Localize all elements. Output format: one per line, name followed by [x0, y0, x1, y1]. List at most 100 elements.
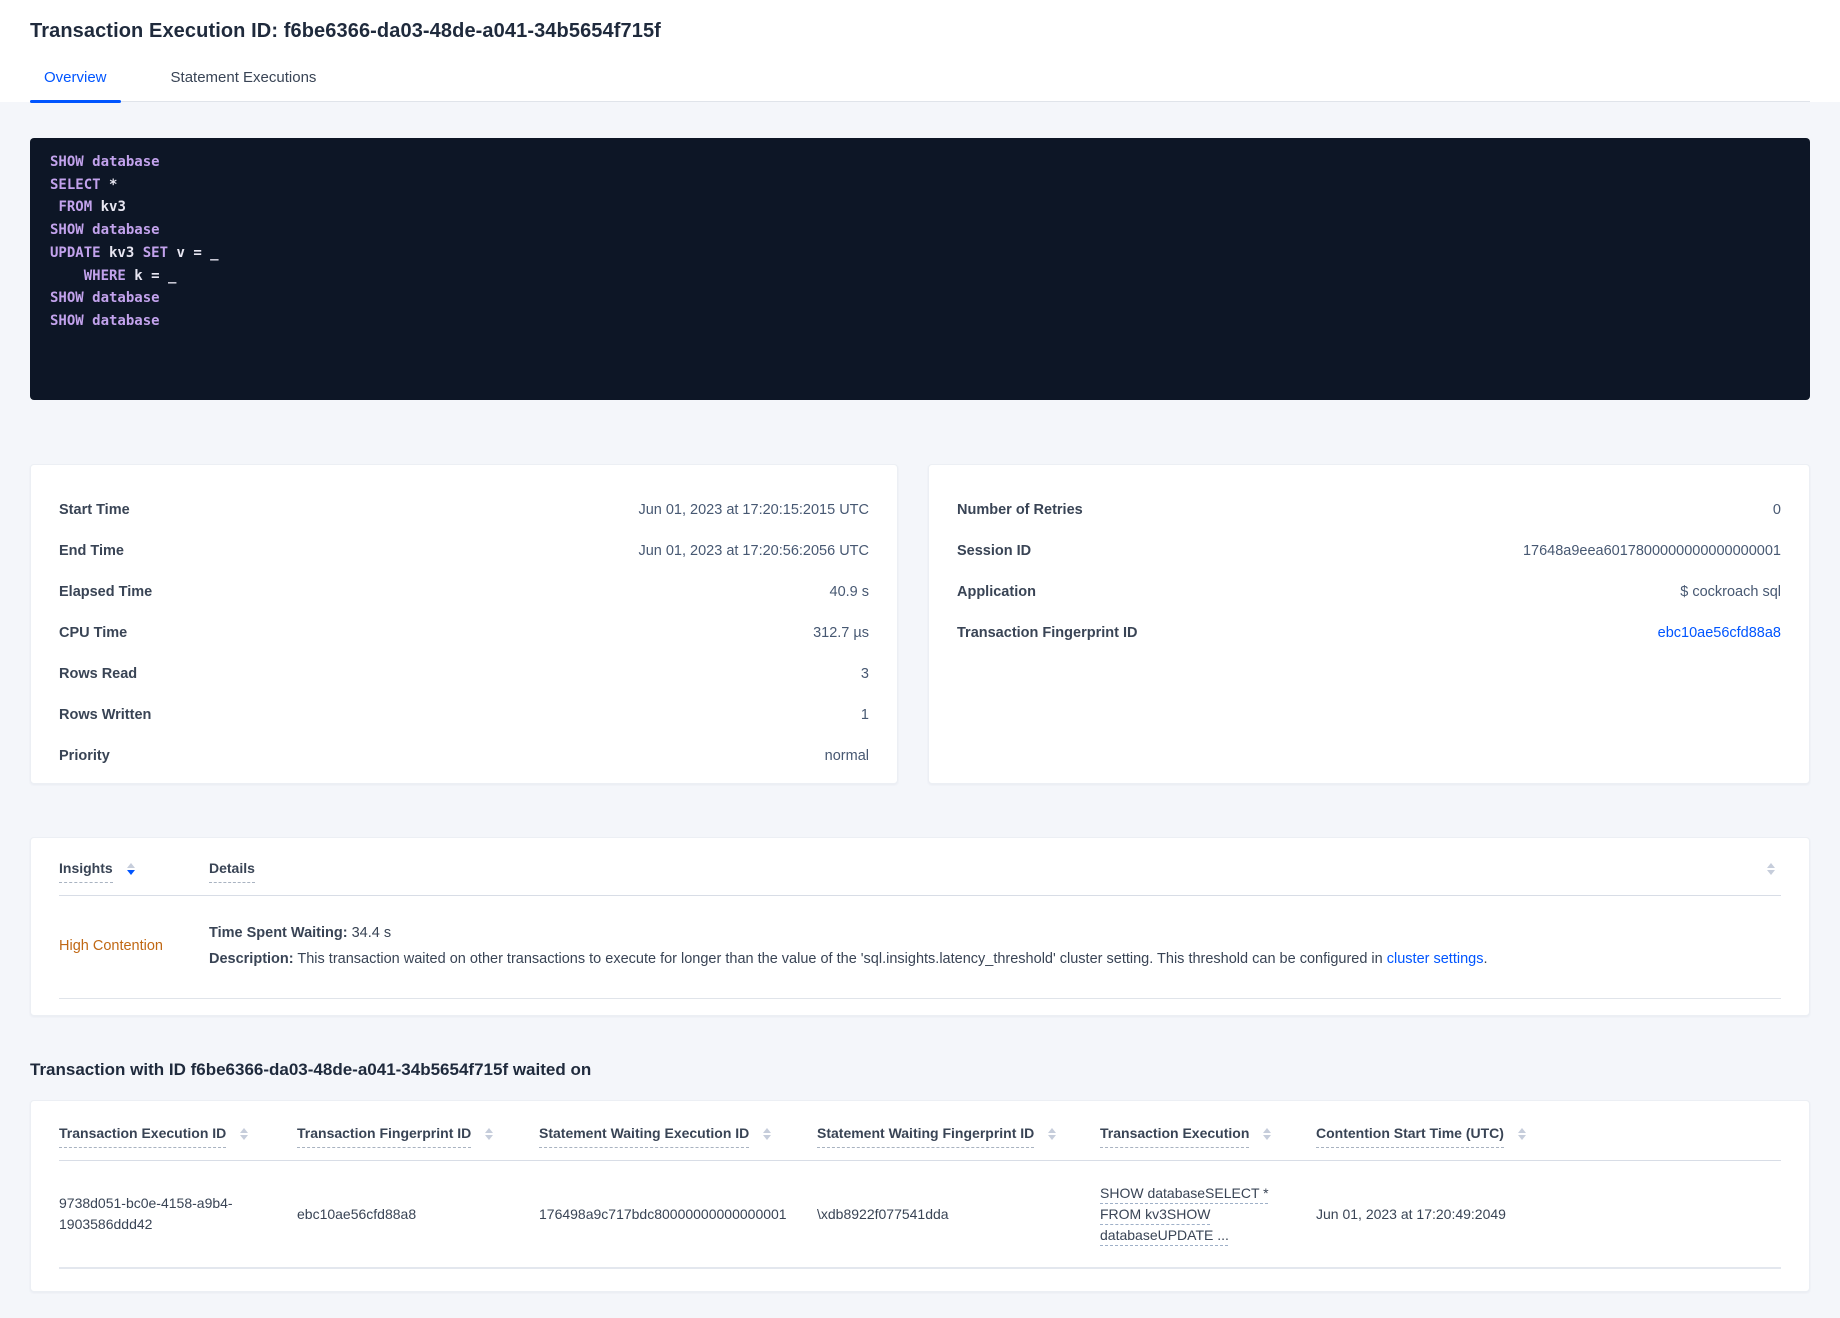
time-spent-waiting: Time Spent Waiting: 34.4 s: [209, 925, 392, 941]
sort-icon[interactable]: [485, 1127, 494, 1140]
sort-down-arrow: [240, 1134, 249, 1140]
summary-card-left: Start Time Jun 01, 2023 at 17:20:15:2015 …: [30, 464, 898, 784]
insights-table-header: Insights Details: [59, 838, 1781, 896]
sort-down-arrow: [1767, 869, 1775, 875]
sql-line: SHOW database: [50, 222, 160, 239]
sql-statements: SHOW database SELECT * FROM kv3 SHOW datab…: [30, 138, 1810, 400]
summary-row: Session ID 17648a9eea60178000000000000000…: [957, 530, 1781, 571]
summary-card-right: Number of Retries 0 Session ID 17648a9eea60…: [928, 464, 1810, 784]
sort-down-arrow: [485, 1134, 494, 1140]
column-header-contention-start-time-utc[interactable]: Contention Start Time (UTC): [1316, 1125, 1781, 1160]
sql-line: UPDATE kv3 SET v = _: [50, 244, 219, 261]
waited-on-heading: Transaction with ID f6be6366-da03-48de-a…: [30, 1060, 592, 1079]
summary-row: Rows Written 1: [59, 694, 869, 735]
summary-row: Rows Read 3: [59, 653, 869, 694]
sort-icon[interactable]: [763, 1127, 772, 1140]
sort-up-arrow: [1767, 862, 1775, 868]
insight-description: Description: This transaction waited on …: [209, 951, 1488, 967]
cell-statement-waiting-execution-id: 176498a9c717bdc80000000000000001: [539, 1205, 787, 1222]
sort-up-arrow: [1263, 1127, 1272, 1133]
summary-label: Priority: [59, 747, 110, 764]
summary-value: 312.7 µs: [813, 624, 869, 641]
summary-label: End Time: [59, 542, 124, 559]
summary-row: Priority normal: [59, 735, 869, 776]
transaction-fingerprint-link[interactable]: ebc10ae56cfd88a8: [1658, 625, 1781, 641]
column-label: Statement Waiting Execution ID: [539, 1125, 750, 1148]
summary-value: $ cockroach sql: [1680, 583, 1781, 600]
summary-label: Session ID: [957, 542, 1032, 559]
summary-card-left-rows: Start Time Jun 01, 2023 at 17:20:15:2015 …: [59, 489, 869, 776]
sort-down-arrow: [1048, 1134, 1057, 1140]
sort-up-arrow: [763, 1127, 772, 1133]
insight-badge: High Contention: [59, 938, 163, 954]
column-header-transaction-fingerprint-id[interactable]: Transaction Fingerprint ID: [297, 1125, 539, 1160]
insight-details: Time Spent Waiting: 34.4 s Description: …: [209, 920, 1781, 972]
summary-label: Transaction Fingerprint ID: [957, 624, 1138, 641]
summary-card-right-rows: Number of Retries 0 Session ID 17648a9eea60…: [957, 489, 1781, 653]
sort-up-arrow: [126, 862, 135, 868]
summary-label: Elapsed Time: [59, 583, 153, 600]
main-content: SHOW database SELECT * FROM kv3 SHOW datab…: [0, 138, 1840, 1292]
summary-value: Jun 01, 2023 at 17:20:15:2015 UTC: [638, 501, 869, 518]
sort-icon[interactable]: [1263, 1127, 1272, 1140]
sort-up-arrow: [485, 1127, 494, 1133]
column-label: Contention Start Time (UTC): [1316, 1125, 1504, 1148]
tab-bar: Overview Statement Executions: [30, 69, 1810, 103]
column-label: Transaction Execution ID: [59, 1125, 227, 1148]
column-header-transaction-execution-id[interactable]: Transaction Execution ID: [59, 1125, 297, 1160]
summary-value: normal: [824, 747, 869, 764]
summary-row: CPU Time 312.7 µs: [59, 612, 869, 653]
summary-label: Rows Read: [59, 665, 138, 682]
sort-icon[interactable]: [1517, 1127, 1526, 1140]
summary-row: Elapsed Time 40.9 s: [59, 571, 869, 612]
sort-down-arrow: [763, 1134, 772, 1140]
sort-up-arrow: [1048, 1127, 1057, 1133]
summary-value: 0: [1772, 501, 1781, 518]
sql-line: SHOW database: [50, 290, 160, 307]
sql-line: FROM kv3: [58, 199, 126, 216]
sort-down-arrow: [126, 869, 135, 875]
summary-row: Application $ cockroach sql: [957, 571, 1781, 612]
sort-down-arrow: [1517, 1134, 1526, 1140]
column-label: Insights: [59, 860, 113, 883]
column-header-details[interactable]: Details: [209, 860, 1753, 883]
summary-value: 1: [860, 706, 869, 723]
summary-value: 40.9 s: [829, 583, 870, 600]
waited-table-body: 9738d051-bc0e-4158-a9b4-1903586ddd42 ebc1…: [59, 1161, 1781, 1269]
tab-statement-executions[interactable]: Statement Executions: [157, 69, 331, 101]
summary-label: Number of Retries: [957, 501, 1083, 518]
cell-transaction-execution-id: 9738d051-bc0e-4158-a9b4-1903586ddd42: [59, 1195, 233, 1232]
column-header-statement-waiting-execution-id[interactable]: Statement Waiting Execution ID: [539, 1125, 817, 1160]
sort-icon[interactable]: [1767, 862, 1775, 875]
sort-down-arrow: [1263, 1134, 1272, 1140]
summary-value: 3: [860, 665, 869, 682]
summary-row: End Time Jun 01, 2023 at 17:20:56:2056 UT…: [59, 530, 869, 571]
summary-label: Start Time: [59, 501, 130, 518]
summary-row: Number of Retries 0: [957, 489, 1781, 530]
sort-icon[interactable]: [240, 1127, 249, 1140]
summary-value: 17648a9eea6017800000000000000001: [1522, 542, 1781, 559]
sort-up-arrow: [240, 1127, 249, 1133]
waited-on-table: Transaction Execution ID Transaction Fing…: [30, 1100, 1810, 1292]
column-label: Details: [209, 860, 255, 883]
cell-contention-start-time: Jun 01, 2023 at 17:20:49:2049: [1316, 1205, 1506, 1222]
column-header-statement-waiting-fingerprint-id[interactable]: Statement Waiting Fingerprint ID: [817, 1125, 1100, 1160]
cell-transaction-execution[interactable]: SHOW databaseSELECT * FROM kv3SHOW datab…: [1100, 1183, 1316, 1246]
summary-cards-row: Start Time Jun 01, 2023 at 17:20:15:2015 …: [30, 464, 1810, 784]
sort-icon[interactable]: [1048, 1127, 1057, 1140]
sort-icon[interactable]: [126, 862, 135, 875]
sql-line: WHERE k = _: [83, 267, 177, 284]
sql-line: SELECT *: [50, 176, 118, 193]
waited-table-header: Transaction Execution ID Transaction Fing…: [59, 1101, 1781, 1161]
page-title: Transaction Execution ID: f6be6366-da03-…: [30, 20, 661, 42]
insights-table: Insights Details High Contention Time Sp…: [30, 837, 1810, 1016]
sort-up-arrow: [1517, 1127, 1526, 1133]
summary-row: Transaction Fingerprint ID ebc10ae56cfd88…: [957, 612, 1781, 653]
column-header-insights[interactable]: Insights: [59, 860, 209, 883]
column-header-transaction-execution[interactable]: Transaction Execution: [1100, 1125, 1316, 1160]
insight-row: High Contention Time Spent Waiting: 34.4…: [59, 896, 1781, 999]
table-row: 9738d051-bc0e-4158-a9b4-1903586ddd42 ebc1…: [59, 1161, 1781, 1269]
cluster-settings-link[interactable]: cluster settings: [1387, 951, 1484, 967]
tab-overview[interactable]: Overview: [30, 69, 121, 103]
summary-row: Start Time Jun 01, 2023 at 17:20:15:2015 …: [59, 489, 869, 530]
